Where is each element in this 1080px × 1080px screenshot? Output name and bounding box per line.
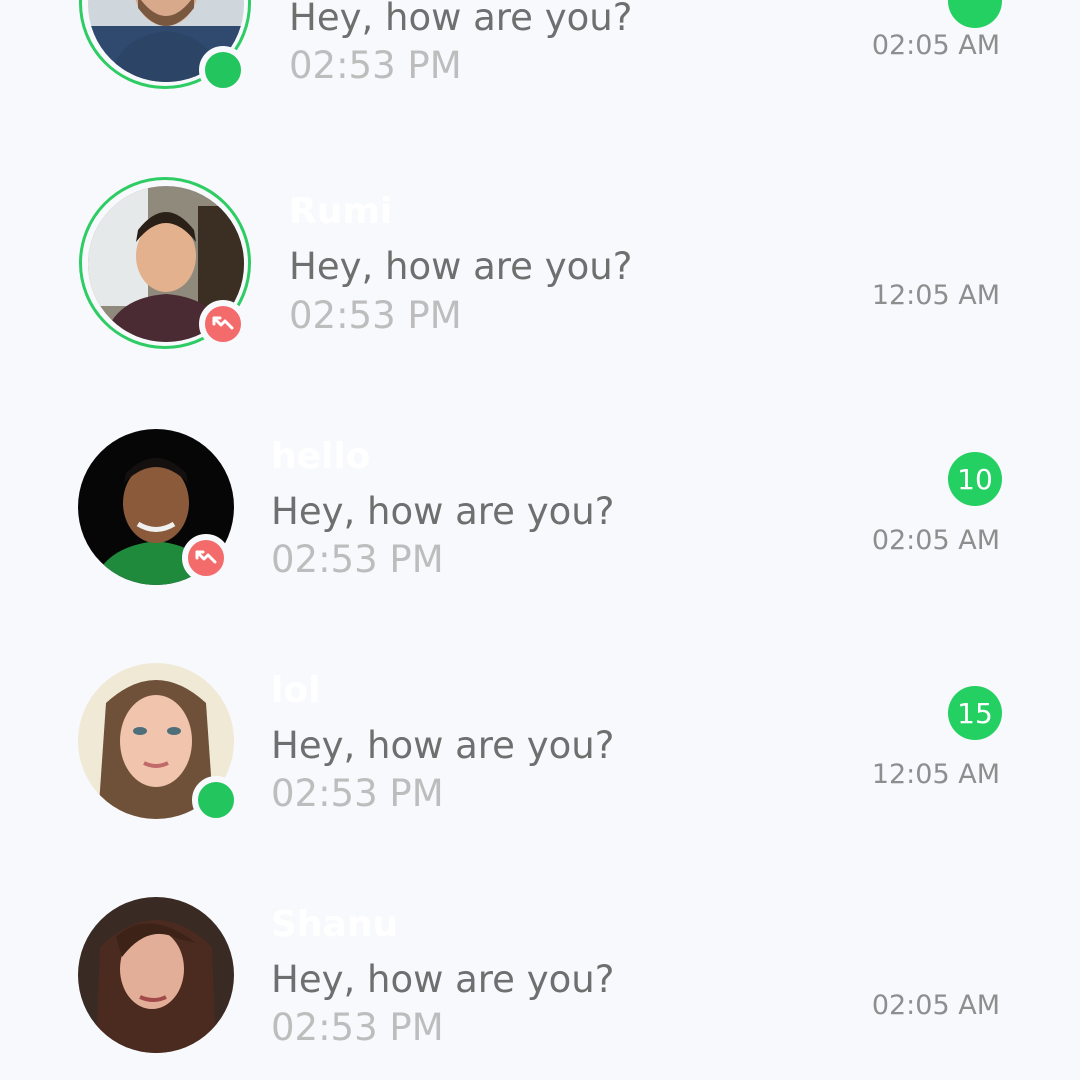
- chat-row[interactable]: lol Hey, how are you? 02:53 PM 15 12:05 …: [0, 662, 1080, 896]
- contact-name: lol: [271, 670, 321, 711]
- online-dot-icon: [199, 46, 247, 94]
- chat-row[interactable]: Rumi Hey, how are you? 02:53 PM 12:05 AM: [0, 174, 1080, 408]
- chat-timestamp: 12:05 AM: [871, 280, 1000, 311]
- unread-badge: 15: [948, 686, 1002, 740]
- chat-timestamp: 02:05 AM: [871, 990, 1000, 1021]
- contact-name: Rumi: [289, 191, 393, 232]
- contact-name: hello: [271, 436, 371, 477]
- message-time: 02:53 PM: [271, 772, 444, 815]
- chat-row[interactable]: hello Hey, how are you? 02:53 PM 10 02:0…: [0, 428, 1080, 662]
- unread-badge: [948, 0, 1002, 28]
- message-time: 02:53 PM: [289, 294, 462, 337]
- last-message: Hey, how are you?: [271, 724, 615, 767]
- message-time: 02:53 PM: [289, 44, 462, 87]
- chat-row[interactable]: Shanu Hey, how are you? 02:53 PM 02:05 A…: [0, 896, 1080, 1080]
- online-dot-icon: [192, 776, 240, 824]
- chat-row[interactable]: Hey, how are you? 02:53 PM 02:05 AM: [0, 0, 1080, 94]
- message-time: 02:53 PM: [271, 1006, 444, 1049]
- chat-timestamp: 02:05 AM: [871, 30, 1000, 61]
- last-message: Hey, how are you?: [271, 490, 615, 533]
- contact-name: Shanu: [271, 904, 399, 945]
- last-message: Hey, how are you?: [271, 958, 615, 1001]
- chat-list: Hey, how are you? 02:53 PM 02:05 AM Rumi: [0, 0, 1080, 1080]
- chat-timestamp: 12:05 AM: [871, 759, 1000, 790]
- message-time: 02:53 PM: [271, 538, 444, 581]
- last-message: Hey, how are you?: [289, 245, 633, 288]
- missed-call-icon: [182, 534, 230, 582]
- avatar[interactable]: [78, 897, 234, 1053]
- chat-timestamp: 02:05 AM: [871, 525, 1000, 556]
- missed-call-icon: [199, 300, 247, 348]
- last-message: Hey, how are you?: [289, 0, 633, 39]
- unread-badge: 10: [948, 452, 1002, 506]
